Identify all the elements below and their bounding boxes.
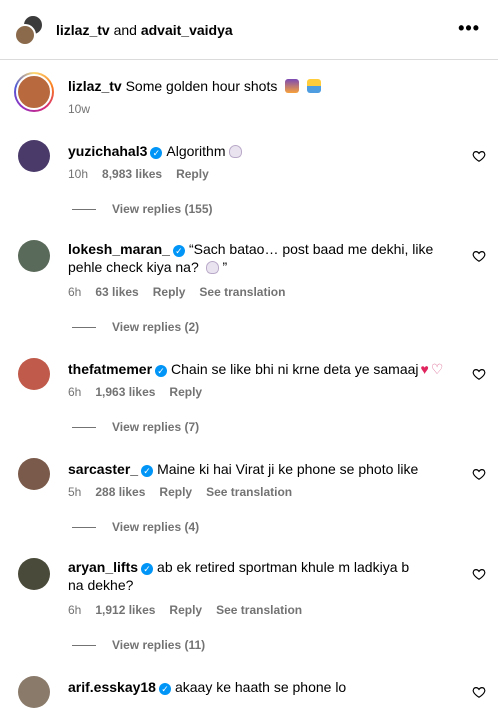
see-translation-button[interactable]: See translation: [199, 285, 285, 299]
skull-emoji-icon: [228, 145, 242, 158]
comment-likes[interactable]: 288 likes: [95, 485, 145, 499]
view-replies-button[interactable]: View replies (2): [72, 320, 199, 334]
view-replies-label: View replies (2): [112, 320, 200, 334]
header-username-1[interactable]: lizlaz_tv: [56, 22, 110, 38]
comment-username[interactable]: lokesh_maran_: [68, 241, 170, 257]
divider-line: [72, 644, 96, 646]
divider-line: [72, 526, 96, 528]
avatar[interactable]: [18, 240, 50, 272]
comment-body: Algorithm: [166, 143, 226, 159]
comment-likes[interactable]: 1,912 likes: [95, 603, 155, 617]
see-translation-button[interactable]: See translation: [206, 485, 292, 499]
view-replies-label: View replies (155): [112, 202, 213, 216]
post-caption: lizlaz_tv Some golden hour shots 10w: [0, 60, 498, 122]
broken-heart-emoji-icon: ♥: [420, 361, 429, 377]
comment-time[interactable]: 6h: [68, 603, 81, 617]
collab-avatars[interactable]: [14, 13, 46, 46]
comment-text: yuzichahal3 ✓ Algorithm: [68, 142, 448, 160]
more-options-icon[interactable]: •••: [458, 18, 480, 39]
verified-badge-icon: ✓: [141, 563, 154, 575]
avatar[interactable]: [18, 558, 50, 590]
reply-button[interactable]: Reply: [159, 485, 192, 499]
comment-text: lokesh_maran_ ✓ “Sach batao… post baad me …: [68, 240, 448, 276]
like-heart-icon[interactable]: [472, 249, 486, 263]
caption-text: lizlaz_tv Some golden hour shots: [68, 78, 322, 94]
verified-badge-icon: ✓: [150, 147, 163, 159]
avatar: [16, 74, 52, 110]
comment-body: akaay ke haath se phone lo: [174, 679, 347, 695]
comment-username[interactable]: aryan_lifts: [68, 559, 138, 575]
comment-username[interactable]: yuzichahal3: [68, 143, 147, 159]
view-replies-label: View replies (4): [112, 520, 200, 534]
comment-likes[interactable]: 1,963 likes: [95, 385, 155, 399]
comment-body: Maine ki hai Virat ji ke phone se photo …: [157, 461, 419, 477]
like-heart-icon[interactable]: [472, 685, 486, 699]
collab-title: lizlaz_tv and advait_vaidya: [56, 22, 233, 38]
avatar: [14, 23, 36, 46]
comment-meta: 5h 288 likes Reply See translation: [68, 485, 306, 499]
divider-line: [72, 208, 96, 210]
comment-text: aryan_lifts ✓ ab ek retired sportman khule…: [68, 558, 418, 594]
avatar[interactable]: [18, 676, 50, 708]
comment-time[interactable]: 6h: [68, 385, 81, 399]
comment-text: sarcaster_ ✓ Maine ki hai Virat ji ke phon…: [68, 460, 448, 478]
post-header: lizlaz_tv and advait_vaidya •••: [0, 0, 498, 60]
view-replies-label: View replies (7): [112, 420, 200, 434]
avatar[interactable]: [18, 358, 50, 390]
story-ring-avatar[interactable]: [14, 72, 54, 112]
reply-button[interactable]: Reply: [169, 385, 202, 399]
couple-kiss-emoji-icon: ♡: [430, 361, 444, 377]
comment-text: arif.esskay18 ✓ akaay ke haath se phone lo: [68, 678, 448, 696]
comment-time[interactable]: 10h: [68, 167, 88, 181]
comment-time[interactable]: 5h: [68, 485, 81, 499]
reply-button[interactable]: Reply: [153, 285, 186, 299]
divider-line: [72, 426, 96, 428]
comment-meta: 6h 1,912 likes Reply See translation: [68, 603, 316, 617]
reply-button[interactable]: Reply: [169, 603, 202, 617]
sunrise-emoji-icon: [307, 79, 322, 93]
view-replies-button[interactable]: View replies (7): [72, 420, 199, 434]
caption-username[interactable]: lizlaz_tv: [68, 78, 122, 94]
see-translation-button[interactable]: See translation: [216, 603, 302, 617]
caption-body: Some golden hour shots: [125, 78, 278, 94]
comment-meta: 6h 1,963 likes Reply: [68, 385, 216, 399]
sunset-emoji-icon: [285, 79, 300, 93]
header-joiner: and: [113, 21, 137, 38]
skull-emoji-icon: [205, 261, 219, 274]
verified-badge-icon: ✓: [155, 365, 168, 377]
view-replies-button[interactable]: View replies (11): [72, 638, 205, 652]
avatar[interactable]: [18, 140, 50, 172]
view-replies-label: View replies (11): [112, 638, 206, 652]
like-heart-icon[interactable]: [472, 149, 486, 163]
header-username-2[interactable]: advait_vaidya: [141, 22, 233, 38]
view-replies-button[interactable]: View replies (155): [72, 202, 213, 216]
comment-username[interactable]: arif.esskay18: [68, 679, 156, 695]
verified-badge-icon: ✓: [158, 683, 171, 695]
verified-badge-icon: ✓: [141, 465, 154, 477]
like-heart-icon[interactable]: [472, 567, 486, 581]
comment-likes[interactable]: 63 likes: [95, 285, 138, 299]
reply-button[interactable]: Reply: [176, 167, 209, 181]
comment-body-end: ”: [218, 259, 228, 275]
divider-line: [72, 326, 96, 328]
caption-time[interactable]: 10w: [68, 102, 90, 116]
comment-username[interactable]: sarcaster_: [68, 461, 138, 477]
verified-badge-icon: ✓: [172, 245, 185, 257]
comment-body: Chain se like bhi ni krne deta ye samaaj: [171, 361, 419, 377]
comment-text: thefatmemer ✓ Chain se like bhi ni krne de…: [68, 360, 448, 378]
like-heart-icon[interactable]: [472, 367, 486, 381]
comment-likes[interactable]: 8,983 likes: [102, 167, 162, 181]
view-replies-button[interactable]: View replies (4): [72, 520, 199, 534]
comment-time[interactable]: 6h: [68, 285, 81, 299]
comment-meta: 10h 8,983 likes Reply: [68, 167, 223, 181]
like-heart-icon[interactable]: [472, 467, 486, 481]
comment-username[interactable]: thefatmemer: [68, 361, 152, 377]
avatar[interactable]: [18, 458, 50, 490]
comment-meta: 6h 63 likes Reply See translation: [68, 285, 299, 299]
